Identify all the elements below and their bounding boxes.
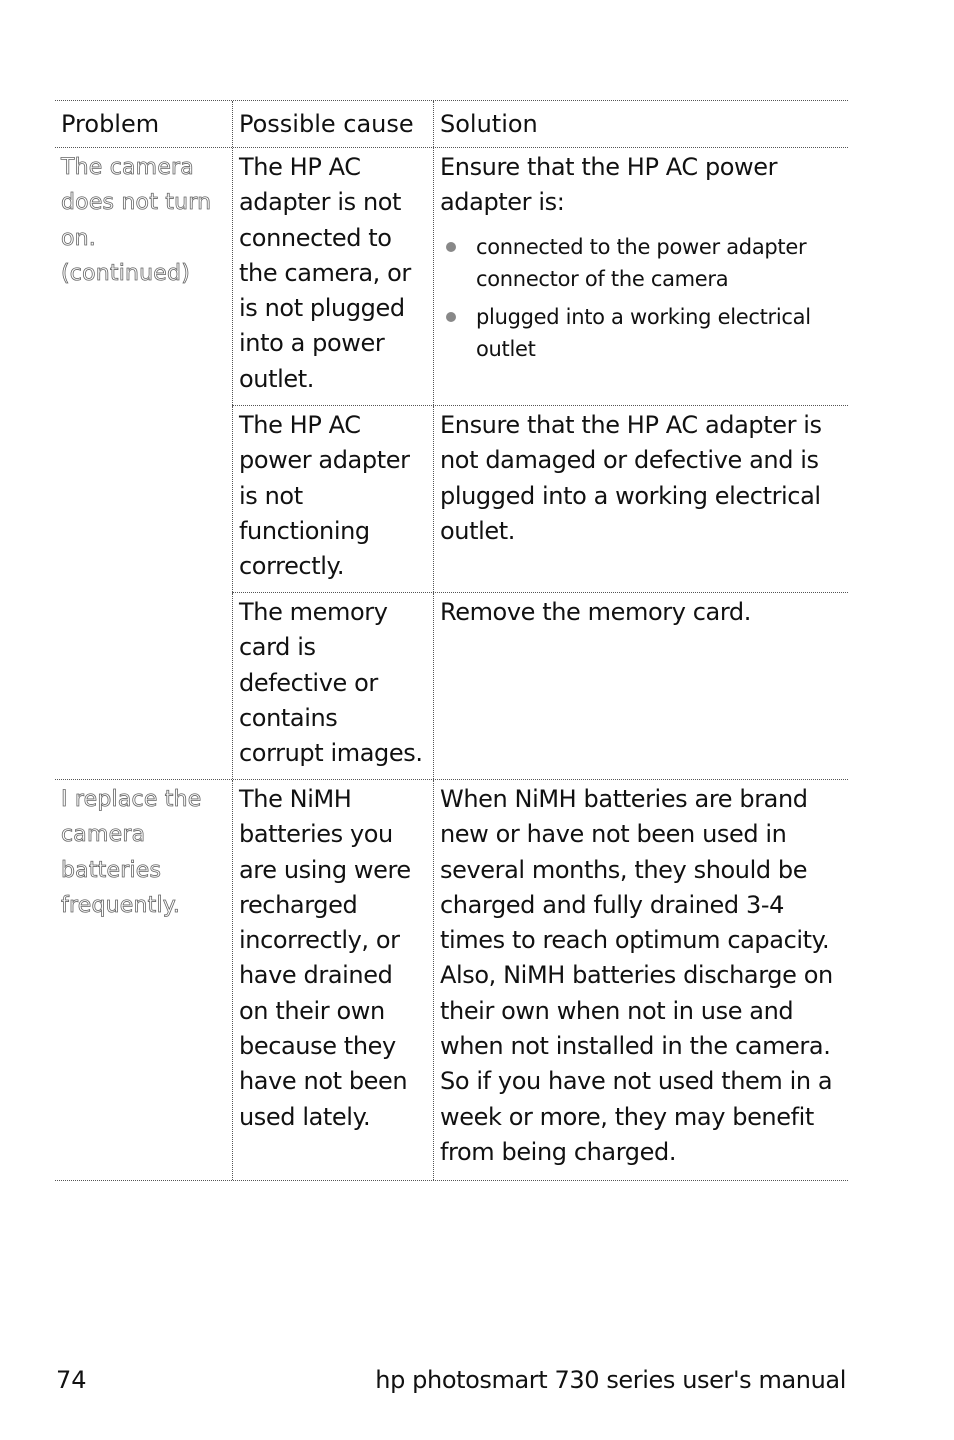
cause-solution-rows: The NiMH batteries you are using were re… bbox=[232, 780, 848, 1180]
cause-text: The NiMH batteries you are using were re… bbox=[232, 780, 433, 1180]
table-row: The NiMH batteries you are using were re… bbox=[232, 780, 848, 1180]
problem-text: I replace the camera batteries frequentl… bbox=[61, 787, 202, 919]
solution-cell: Ensure that the HP AC power adapter is: … bbox=[433, 148, 848, 405]
troubleshooting-table: Problem Possible cause Solution The came… bbox=[55, 100, 848, 1181]
problem-text: The camera does not turn on. (continued) bbox=[61, 155, 212, 287]
cause-solution-rows: The HP AC adapter is not connected to th… bbox=[232, 148, 848, 779]
manual-title: hp photosmart 730 series user's manual bbox=[375, 1366, 846, 1394]
table-row: The memory card is defective or contains… bbox=[232, 593, 848, 779]
problem-group: I replace the camera batteries frequentl… bbox=[55, 780, 848, 1181]
list-item: connected to the power adapter connector… bbox=[440, 231, 842, 295]
cause-text: The HP AC adapter is not connected to th… bbox=[232, 148, 433, 405]
bullet-text: connected to the power adapter connector… bbox=[476, 234, 807, 291]
solution-text: Ensure that the HP AC adapter is not dam… bbox=[433, 406, 848, 592]
table-header-row: Problem Possible cause Solution bbox=[55, 101, 848, 148]
solution-text: Remove the memory card. bbox=[433, 593, 848, 779]
solution-text: Ensure that the HP AC power adapter is: bbox=[440, 153, 778, 217]
solution-bullet-list: connected to the power adapter connector… bbox=[440, 231, 842, 365]
page-number: 74 bbox=[56, 1366, 87, 1394]
bullet-icon bbox=[446, 311, 456, 322]
problem-group: The camera does not turn on. (continued)… bbox=[55, 148, 848, 780]
table-row: The HP AC adapter is not connected to th… bbox=[232, 148, 848, 406]
header-solution: Solution bbox=[433, 101, 848, 147]
cause-text: The HP AC power adapter is not functioni… bbox=[232, 406, 433, 592]
cause-text: The memory card is defective or contains… bbox=[232, 593, 433, 779]
header-problem: Problem bbox=[61, 110, 160, 138]
bullet-text: plugged into a working electrical outlet bbox=[476, 304, 811, 361]
solution-text: When NiMH batteries are brand new or hav… bbox=[433, 780, 848, 1180]
header-possible-cause: Possible cause bbox=[232, 101, 433, 147]
table-row: The HP AC power adapter is not functioni… bbox=[232, 406, 848, 593]
list-item: plugged into a working electrical outlet bbox=[440, 301, 842, 365]
bullet-icon bbox=[446, 241, 456, 252]
